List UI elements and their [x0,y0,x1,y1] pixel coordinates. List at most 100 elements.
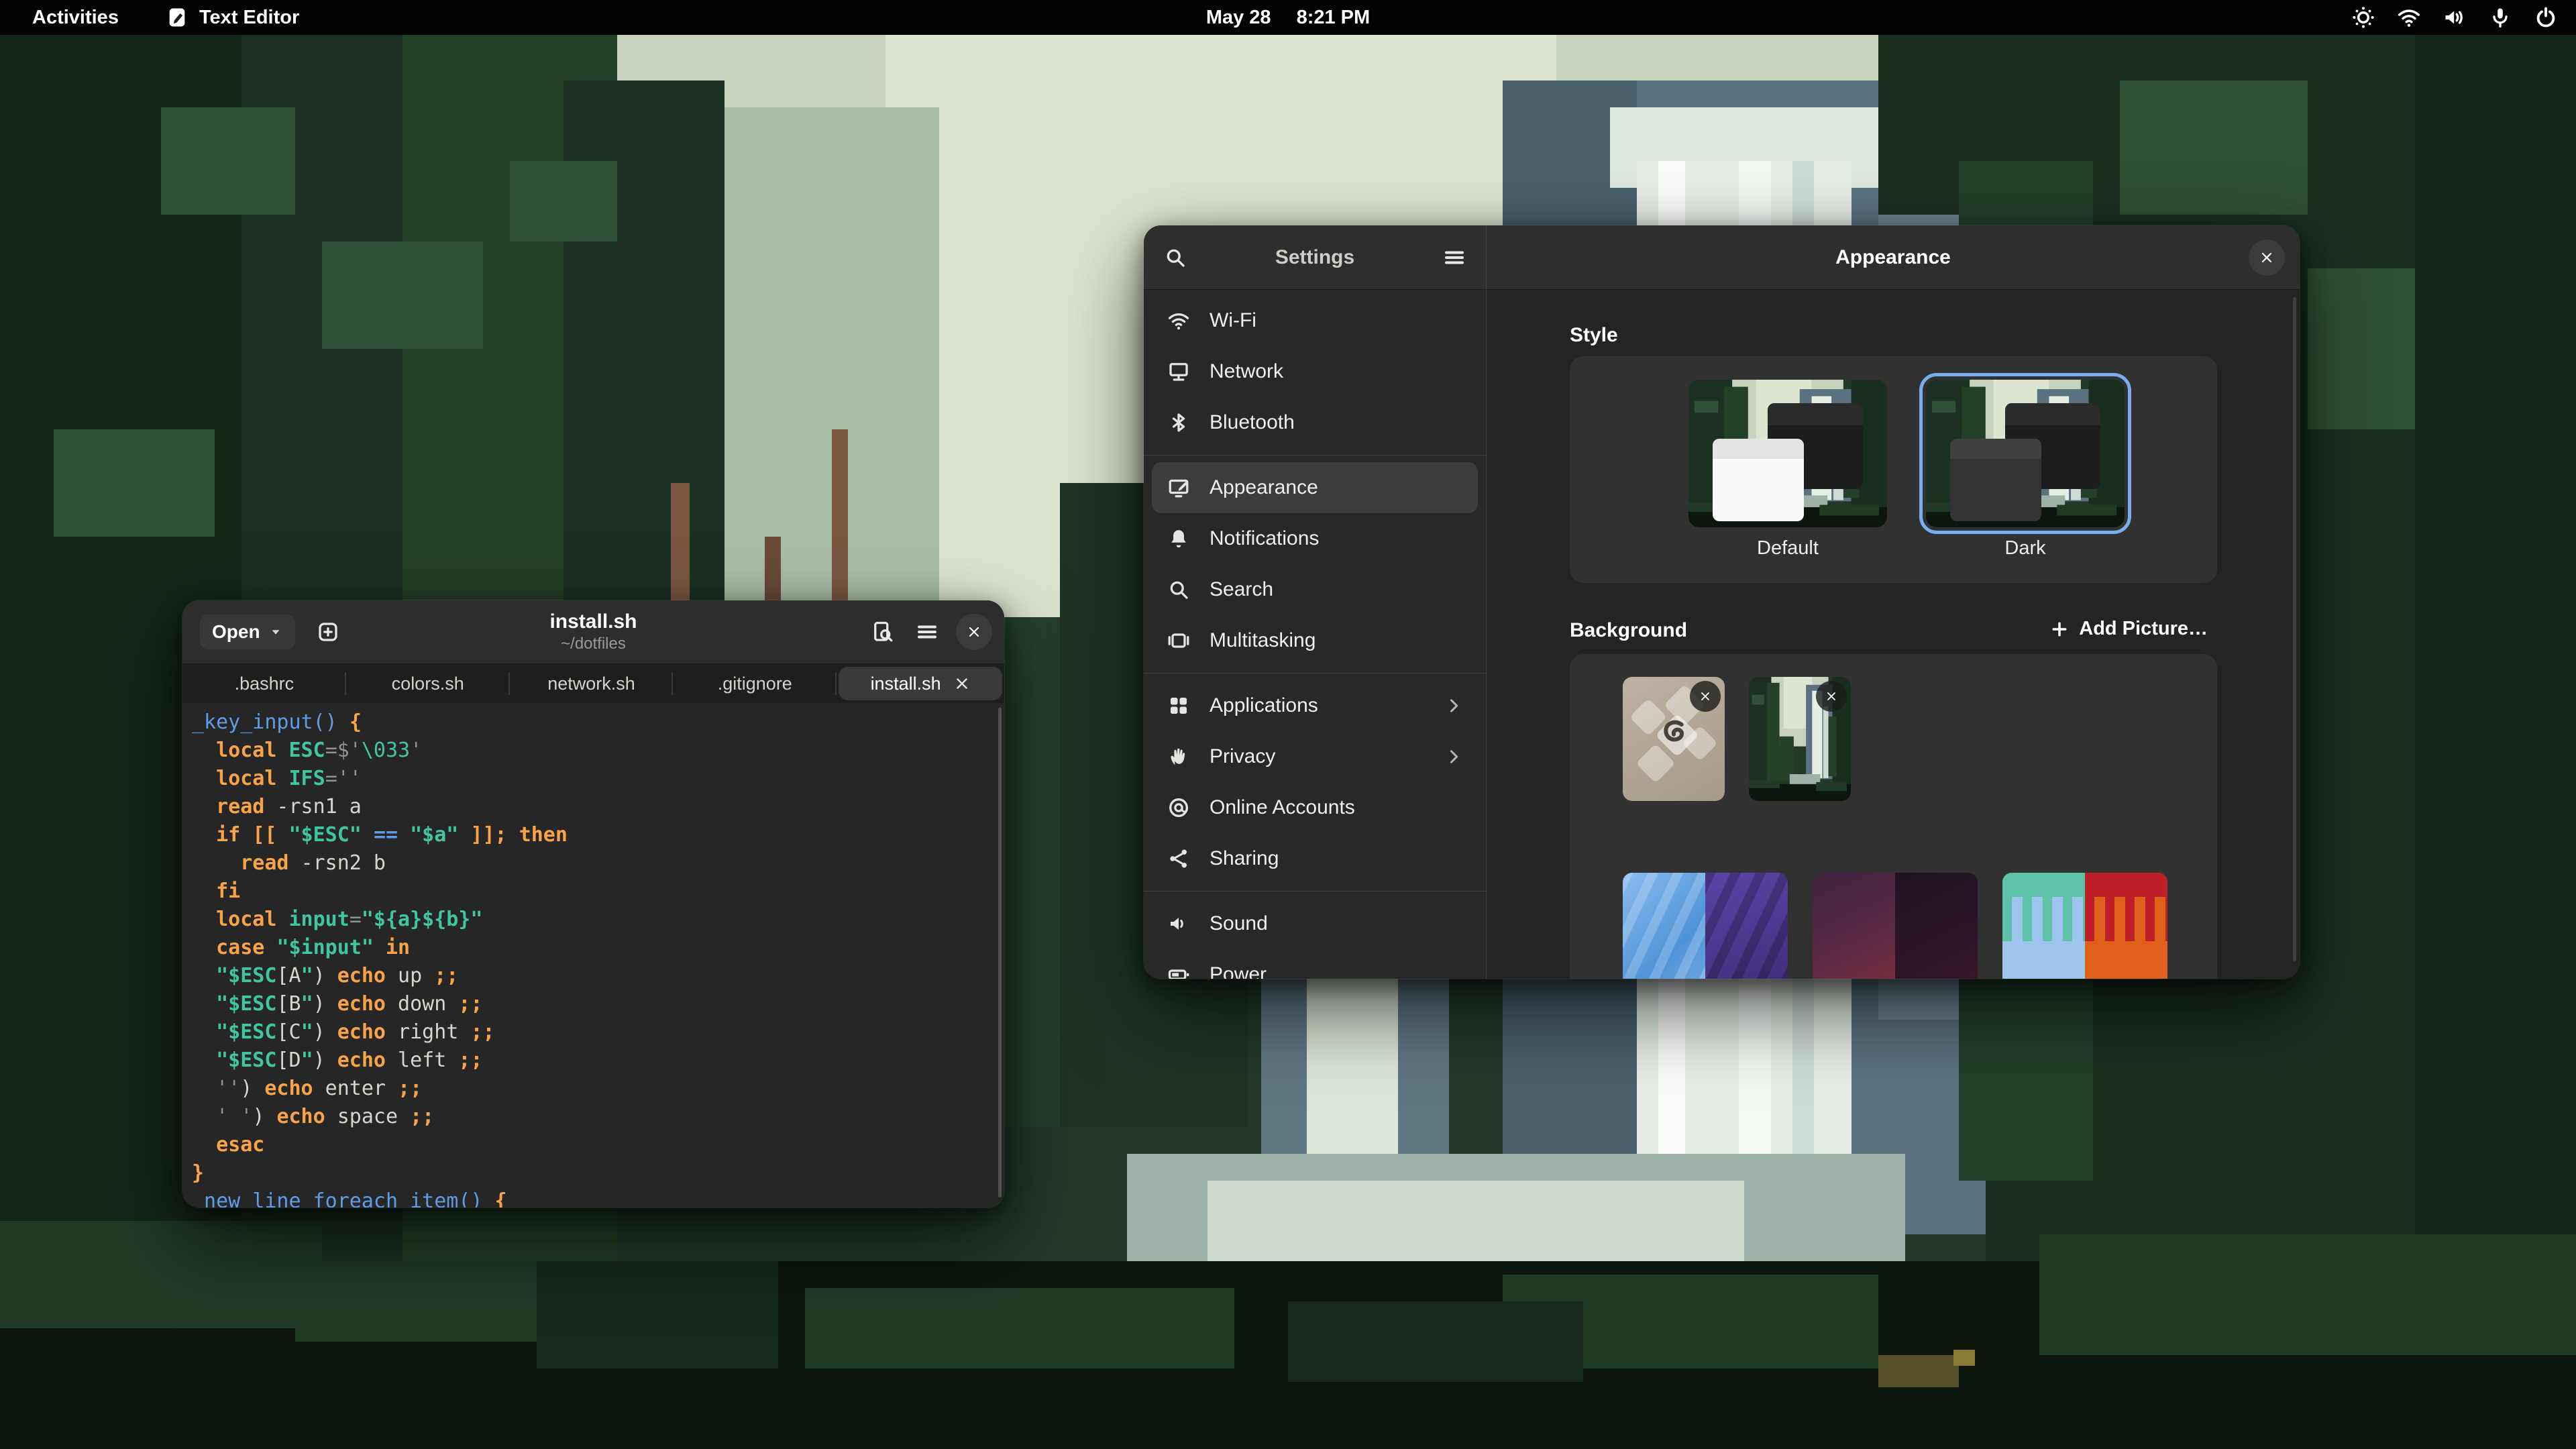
text-editor-window: Open install.sh ~/dotfiles .bashrc colors… [182,600,1004,1208]
remove-background-button[interactable] [1690,681,1721,712]
bluetooth-icon [1167,411,1191,435]
code-line: read -rsn1 a [192,793,1004,821]
settings-scrollbar[interactable] [2293,297,2296,961]
tab-close-icon[interactable] [953,675,971,692]
code-area[interactable]: _key_input() { local ESC=$'\033' local I… [182,703,1004,1208]
background-thumb-pixel-forest-waterfall[interactable] [1749,677,1851,801]
time-label: 8:21 PM [1297,7,1371,29]
settings-sidebar: Settings Wi-Fi Network Bluetooth Appearance… [1144,225,1487,979]
plus-icon [2049,619,2070,639]
tab-bar: .bashrc colors.shnetwork.sh .gitignore inst… [182,664,1004,703]
activities-button[interactable]: Activities [23,5,128,30]
document-title-box: install.sh ~/dotfiles [549,610,637,653]
open-button[interactable]: Open [200,614,295,649]
editor-close-button[interactable] [956,614,992,650]
sidebar-item-wi-fi[interactable]: Wi-Fi [1152,295,1478,346]
add-picture-label: Add Picture… [2079,618,2208,640]
add-picture-button[interactable]: Add Picture… [2040,612,2217,645]
preset-light-half [2002,873,2085,979]
top-bar: Activities Text Editor May 28 8:21 PM [0,0,2576,35]
settings-window: Settings Wi-Fi Network Bluetooth Appearance… [1144,225,2300,979]
style-option-dark[interactable] [1926,380,2125,527]
style-card: Default Dark [1570,356,2217,583]
background-preset-red-maroon-waves[interactable] [1813,873,1978,979]
background-preset-blue-purple-geometric[interactable] [1623,873,1788,979]
applications-icon [1167,694,1191,718]
background-thumb-abstract-beige-tiles[interactable] [1623,677,1725,801]
code-line: fi [192,877,1004,906]
wallpaper-logo-glyph [1655,715,1693,753]
sidebar-item-notifications[interactable]: Notifications [1152,513,1478,564]
code-line: read -rsn2 b [192,849,1004,877]
sidebar-item-online-accounts[interactable]: Online Accounts [1152,782,1478,833]
system-tray[interactable] [2351,5,2559,30]
network-icon [1167,360,1191,384]
panel-headerbar: Appearance [1487,225,2300,290]
multitasking-icon [1167,629,1191,653]
sidebar-item-label: Network [1210,360,1463,383]
online-accounts-icon [1167,796,1191,820]
appearance-icon [1167,476,1191,500]
tab-.bashrc[interactable]: .bashrc [182,664,346,703]
editor-menu-button[interactable] [912,616,943,647]
code-line: if [[ "$ESC" == "$a" ]]; then [192,821,1004,849]
settings-menu-button[interactable] [1439,242,1470,273]
document-search-button[interactable] [867,616,898,647]
sidebar-item-appearance[interactable]: Appearance [1152,462,1478,513]
wifi-icon[interactable] [2396,5,2422,30]
search-icon [1167,578,1191,602]
panel-body: Style Default Dark Background [1487,290,2300,979]
sidebar-item-bluetooth[interactable]: Bluetooth [1152,397,1478,448]
notifications-icon [1167,527,1191,551]
sidebar-item-multitasking[interactable]: Multitasking [1152,615,1478,666]
sidebar-item-sound[interactable]: Sound [1152,898,1478,949]
sidebar-item-label: Notifications [1210,527,1463,550]
sidebar-item-search[interactable]: Search [1152,564,1478,615]
search-button[interactable] [1160,242,1191,273]
tab-label: .gitignore [718,674,792,694]
sidebar-headerbar: Settings [1144,225,1486,290]
editor-scrollbar[interactable] [998,708,1002,1197]
tab-install.sh[interactable]: install.sh [839,667,1002,700]
settings-close-button[interactable] [2249,239,2285,276]
chevron-right-icon [1444,747,1463,766]
tab-label: .bashrc [235,674,294,694]
app-menu-button[interactable]: Text Editor [166,6,299,29]
tab-colors.sh[interactable]: colors.sh [346,664,510,703]
code-line: local IFS='' [192,765,1004,793]
settings-sidebar-list: Wi-Fi Network Bluetooth Appearance Notificat… [1144,290,1486,979]
preset-dark-half [2085,873,2167,979]
clock-button[interactable]: May 28 8:21 PM [1206,7,1370,29]
brightness-icon[interactable] [2351,5,2376,30]
sidebar-item-sharing[interactable]: Sharing [1152,833,1478,884]
style-section-label: Style [1570,324,1618,347]
tab-.gitignore[interactable]: .gitignore [673,664,837,703]
remove-background-button[interactable] [1816,681,1847,712]
text-editor-app-icon [166,6,189,29]
code-line: "$ESC[D") echo left ;; [192,1046,1004,1075]
sidebar-item-label: Bluetooth [1210,411,1463,434]
new-tab-button[interactable] [313,616,343,647]
open-button-label: Open [212,621,260,643]
background-preset-blue-orange-drips[interactable] [2002,873,2167,979]
code-line: "$ESC[A") echo up ;; [192,962,1004,990]
code-line: local ESC=$'\033' [192,737,1004,765]
volume-icon[interactable] [2442,5,2467,30]
panel-title: Appearance [1835,246,1951,269]
appearance-panel: Appearance Style Default [1487,225,2300,979]
code-line: _key_input() { [192,708,1004,737]
style-option-default[interactable] [1688,380,1887,527]
caret-down-icon [268,625,283,639]
tab-network.sh[interactable]: network.sh [510,664,674,703]
background-section-label: Background [1570,619,1687,642]
sidebar-item-network[interactable]: Network [1152,346,1478,397]
power-icon[interactable] [2533,5,2559,30]
sidebar-item-label: Applications [1210,694,1426,717]
sidebar-item-power[interactable]: Power [1152,949,1478,979]
background-card [1570,654,2217,979]
style-option-default-label: Default [1688,537,1887,559]
sidebar-item-applications[interactable]: Applications [1152,680,1478,731]
code-line: local input="${a}${b}" [192,906,1004,934]
microphone-icon[interactable] [2487,5,2513,30]
sidebar-item-privacy[interactable]: Privacy [1152,731,1478,782]
